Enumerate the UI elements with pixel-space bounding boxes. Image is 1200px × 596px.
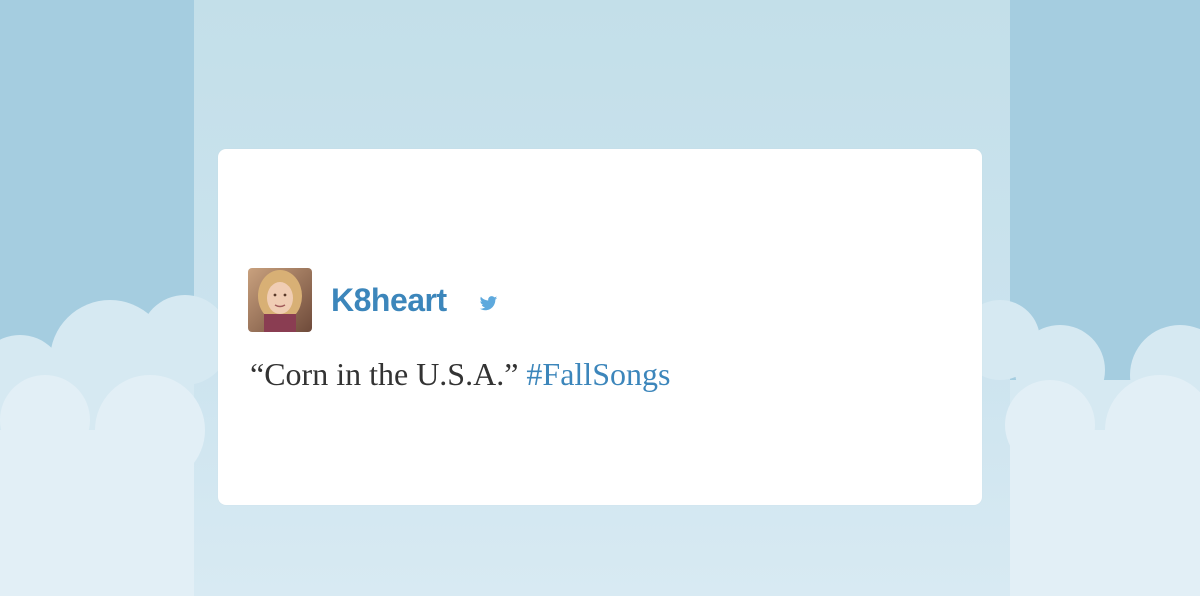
tweet-card: K8heart “Corn in the U.S.A.” #FallSongs — [218, 149, 982, 505]
hashtag-link[interactable]: #FallSongs — [526, 356, 670, 392]
tweet-text: “Corn in the U.S.A.” #FallSongs — [250, 354, 670, 394]
avatar-photo-icon — [248, 268, 312, 332]
username-link[interactable]: K8heart — [331, 281, 447, 319]
tweet-quote: “Corn in the U.S.A.” — [250, 356, 519, 392]
user-avatar[interactable] — [248, 268, 312, 332]
twitter-bird-icon[interactable] — [479, 296, 498, 312]
